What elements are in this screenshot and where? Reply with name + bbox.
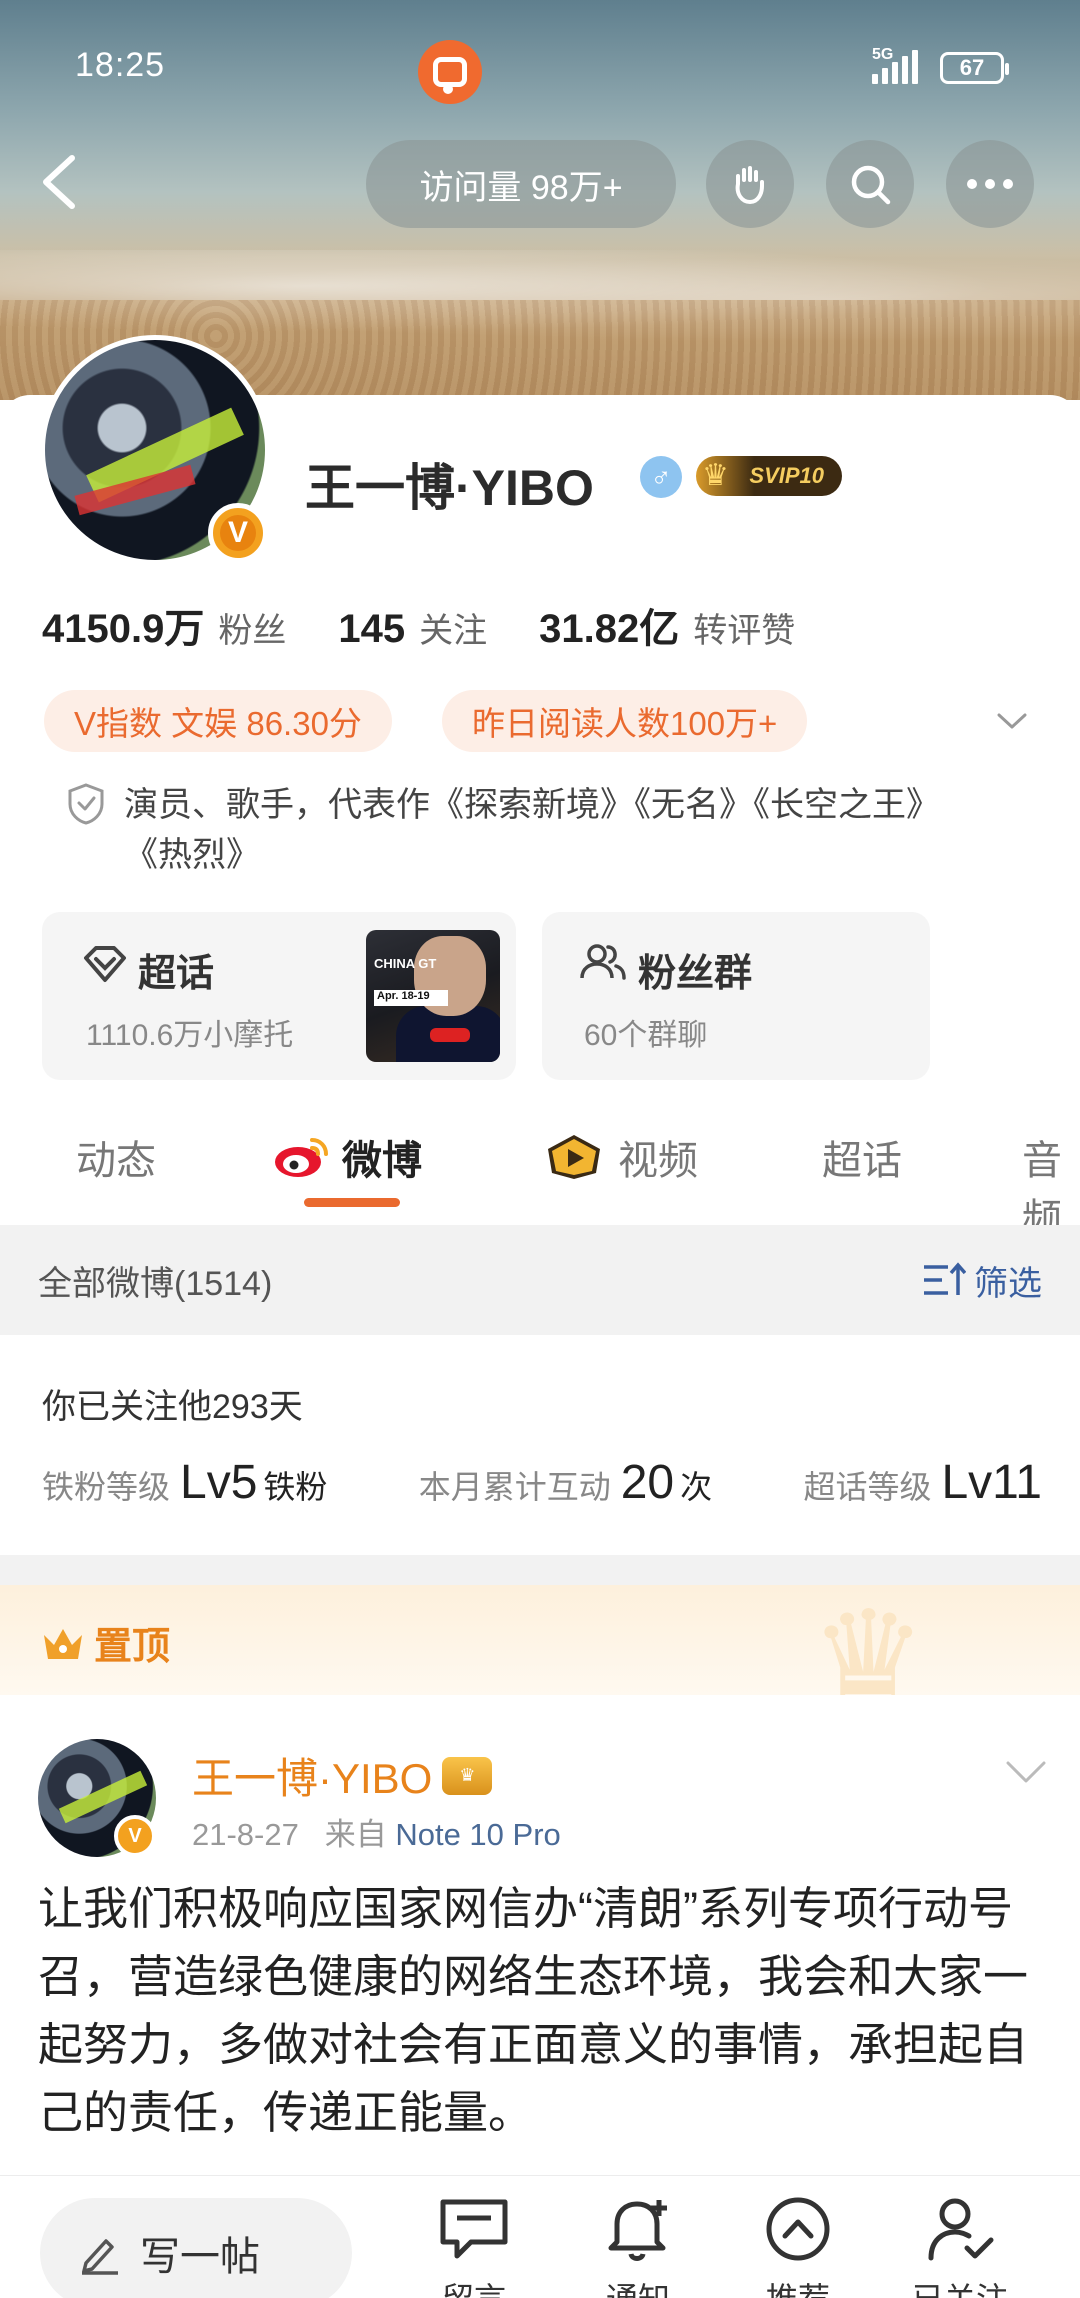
user-check-icon bbox=[928, 2198, 994, 2261]
verified-badge: V bbox=[208, 503, 268, 563]
follow-days: 你已关注他293天 bbox=[42, 1388, 303, 1426]
message-button[interactable]: 留言 bbox=[414, 2194, 534, 2298]
followers-count[interactable]: 4150.9万 bbox=[42, 596, 204, 654]
fan-level[interactable]: 铁粉等级 Lv5 铁粉 bbox=[42, 1455, 327, 1510]
battery-icon: 67 bbox=[940, 52, 1009, 84]
tab-video[interactable]: 视频 bbox=[544, 1128, 698, 1186]
search-button[interactable] bbox=[826, 140, 914, 228]
post-text: 让我们积极响应国家网信办“清朗”系列专项行动号召，营造绿色健康的网络生态环境，我… bbox=[38, 1883, 1029, 2138]
svip-label: SVIP10 bbox=[749, 463, 824, 488]
profile-bio: 演员、歌手，代表作《探索新境》《无名》《长空之王》 《热烈》 bbox=[124, 780, 1024, 880]
supertopic-level[interactable]: 超话等级 Lv11 bbox=[803, 1455, 1042, 1510]
signal-icon: 5G bbox=[872, 46, 918, 84]
filter-label: 筛选 bbox=[974, 1264, 1042, 1303]
message-bubble-icon bbox=[440, 2199, 508, 2259]
profile-name: 王一博·YIBO bbox=[305, 460, 594, 516]
back-arrow-icon[interactable] bbox=[36, 150, 86, 214]
supertopic-members: 1110.6万小摩托 bbox=[86, 1019, 294, 1052]
chevron-up-circle-icon bbox=[766, 2197, 830, 2261]
pinned-label: 置顶 bbox=[40, 1615, 170, 1670]
recommend-button[interactable]: 推荐 bbox=[738, 2194, 858, 2298]
more-dots-icon bbox=[967, 179, 1013, 189]
fan-group-count: 60个群聊 bbox=[584, 1019, 708, 1052]
cheer-hand-icon bbox=[735, 166, 764, 205]
monthly-interactions[interactable]: 本月累计互动 20 次 bbox=[419, 1455, 712, 1510]
thumb-caption: CHINA GT bbox=[374, 956, 437, 971]
profile-tabs: 动态 微博 视频 超话 音频 bbox=[0, 1100, 1080, 1241]
thumb-date: Apr. 18-19 bbox=[374, 990, 448, 1006]
notify-button[interactable]: 通知 bbox=[578, 2194, 698, 2298]
cheer-button[interactable] bbox=[706, 140, 794, 228]
supertopic-title: 超话 bbox=[138, 953, 215, 995]
bio-line-2: 《热烈》 bbox=[124, 836, 260, 874]
supertopic-card[interactable]: 超话 1110.6万小摩托 CHINA GT Apr. 18-19 bbox=[42, 912, 516, 1080]
reader-count-tag[interactable]: 昨日阅读人数100万+ bbox=[442, 690, 808, 752]
post-date: 21-8-27 bbox=[192, 1817, 299, 1852]
vip-crown-icon: ♛ bbox=[442, 1756, 493, 1795]
fan-stats-row: 铁粉等级 Lv5 铁粉 本月累计互动 20 次 超话等级 Lv11 bbox=[42, 1455, 1042, 1510]
visit-count-button[interactable]: 访问量 98万+ bbox=[366, 140, 676, 228]
tab-activity[interactable]: 动态 bbox=[76, 1128, 156, 1186]
post-source-prefix: 来自 bbox=[324, 1817, 387, 1852]
fan-info-panel: 你已关注他293天 铁粉等级 Lv5 铁粉 本月累计互动 20 次 超话等级 L… bbox=[0, 1335, 1080, 1555]
filter-button[interactable]: 筛选 bbox=[922, 1256, 1042, 1305]
battery-level: 67 bbox=[959, 55, 985, 80]
visit-count-label: 访问量 98万+ bbox=[419, 168, 623, 207]
bio-line-1: 演员、歌手，代表作《探索新境》《无名》《长空之王》 bbox=[124, 786, 940, 824]
all-posts-count[interactable]: 全部微博(1514) bbox=[38, 1256, 272, 1305]
crown-watermark-icon: ♛ bbox=[810, 1585, 927, 1695]
compose-button[interactable]: 写一帖 bbox=[40, 2198, 352, 2298]
crown-icon bbox=[44, 1628, 82, 1659]
v-index-tag[interactable]: V指数 文娱 86.30分 bbox=[44, 690, 392, 752]
feed-filter-bar: 全部微博(1514) 筛选 bbox=[0, 1225, 1080, 1335]
likes-count: 31.82亿 bbox=[539, 607, 680, 651]
status-bar: 18:25 5G 67 bbox=[0, 40, 1080, 104]
pinned-post[interactable]: V 王一博·YIBO ♛ 21-8-27 来自 Note 10 Pro 让我们积… bbox=[0, 1695, 1080, 2175]
pinned-header: 置顶 ♛ bbox=[0, 1585, 1080, 1695]
male-gender-icon: ♂ bbox=[640, 456, 682, 498]
fan-group-title: 粉丝群 bbox=[638, 953, 753, 995]
tab-weibo[interactable]: 微博 bbox=[272, 1128, 422, 1186]
likes-label: 转评赞 bbox=[693, 612, 796, 650]
filter-icon bbox=[924, 1262, 966, 1295]
post-meta: 21-8-27 来自 Note 10 Pro bbox=[192, 1809, 561, 1854]
active-tab-indicator bbox=[304, 1198, 400, 1207]
group-icon bbox=[580, 944, 626, 980]
tab-supertopic[interactable]: 超话 bbox=[822, 1128, 902, 1186]
pencil-icon bbox=[82, 2239, 118, 2275]
post-source: Note 10 Pro bbox=[395, 1817, 561, 1852]
supertopic-thumbnail: CHINA GT Apr. 18-19 bbox=[366, 930, 500, 1062]
section-divider bbox=[0, 1555, 1080, 1585]
diamond-icon bbox=[84, 946, 126, 982]
bell-plus-icon bbox=[608, 2200, 667, 2261]
svip-badge[interactable]: SVIP10 bbox=[696, 456, 842, 496]
compose-label: 写一帖 bbox=[140, 2235, 260, 2279]
following-count[interactable]: 145 bbox=[338, 607, 405, 652]
weibo-logo-icon bbox=[275, 1138, 328, 1177]
network-type: 5G bbox=[872, 46, 894, 63]
shield-icon bbox=[68, 783, 104, 825]
post-author[interactable]: 王一博·YIBO ♛ bbox=[192, 1745, 493, 1806]
following-label[interactable]: 关注 bbox=[419, 603, 487, 652]
post-verified-badge: V bbox=[114, 1815, 156, 1857]
profile-stats: 4150.9万 粉丝 145 关注 31.82亿 转评赞 bbox=[42, 596, 847, 654]
chevron-down-icon[interactable] bbox=[995, 705, 1029, 739]
bottom-toolbar: 写一帖 留言 通知 推荐 已关注 bbox=[0, 2175, 1080, 2298]
video-badge-icon bbox=[548, 1135, 600, 1179]
status-time: 18:25 bbox=[75, 46, 166, 84]
weibo-app-icon bbox=[418, 40, 482, 104]
followers-label[interactable]: 粉丝 bbox=[218, 603, 286, 652]
fan-group-card[interactable]: 粉丝群 60个群聊 bbox=[542, 912, 930, 1080]
search-icon bbox=[851, 165, 891, 205]
post-menu-chevron-icon[interactable] bbox=[1004, 1757, 1048, 1787]
following-status-button[interactable]: 已关注 bbox=[900, 2194, 1020, 2298]
more-button[interactable] bbox=[946, 140, 1034, 228]
